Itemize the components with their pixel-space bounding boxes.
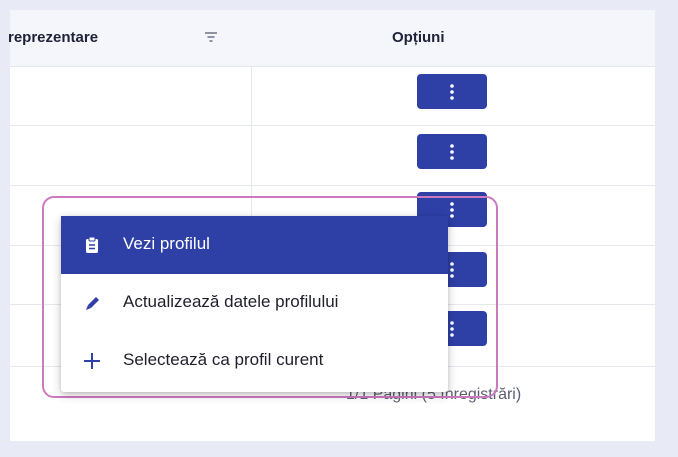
table-row: [10, 127, 655, 186]
pencil-icon: [83, 294, 101, 312]
menu-item-label: Actualizează datele profilului: [123, 292, 339, 311]
column-header-reprezentare[interactable]: reprezentare: [8, 29, 98, 46]
column-header-optiuni: Opțiuni: [392, 29, 445, 46]
row-options-button[interactable]: [417, 134, 487, 169]
vertical-dots-icon: [450, 144, 454, 160]
filter-icon[interactable]: [204, 30, 218, 44]
row-options-button[interactable]: [417, 74, 487, 109]
vertical-dots-icon: [450, 84, 454, 100]
context-menu: Vezi profilul Actualizează datele profil…: [61, 216, 448, 392]
menu-item-label: Selectează ca profil curent: [123, 350, 324, 369]
table-row: [10, 67, 655, 126]
clipboard-icon: [83, 236, 101, 254]
menu-item-set-current-profile[interactable]: Selectează ca profil curent: [61, 332, 448, 390]
menu-item-update-profile[interactable]: Actualizează datele profilului: [61, 274, 448, 332]
screen: reprezentare Opțiuni 1/1 Pagini (5 înreg…: [0, 0, 678, 457]
menu-item-label: Vezi profilul: [123, 234, 210, 253]
menu-item-view-profile[interactable]: Vezi profilul: [61, 216, 448, 274]
plus-icon: [83, 352, 101, 370]
table-header: reprezentare Opțiuni: [8, 10, 655, 67]
